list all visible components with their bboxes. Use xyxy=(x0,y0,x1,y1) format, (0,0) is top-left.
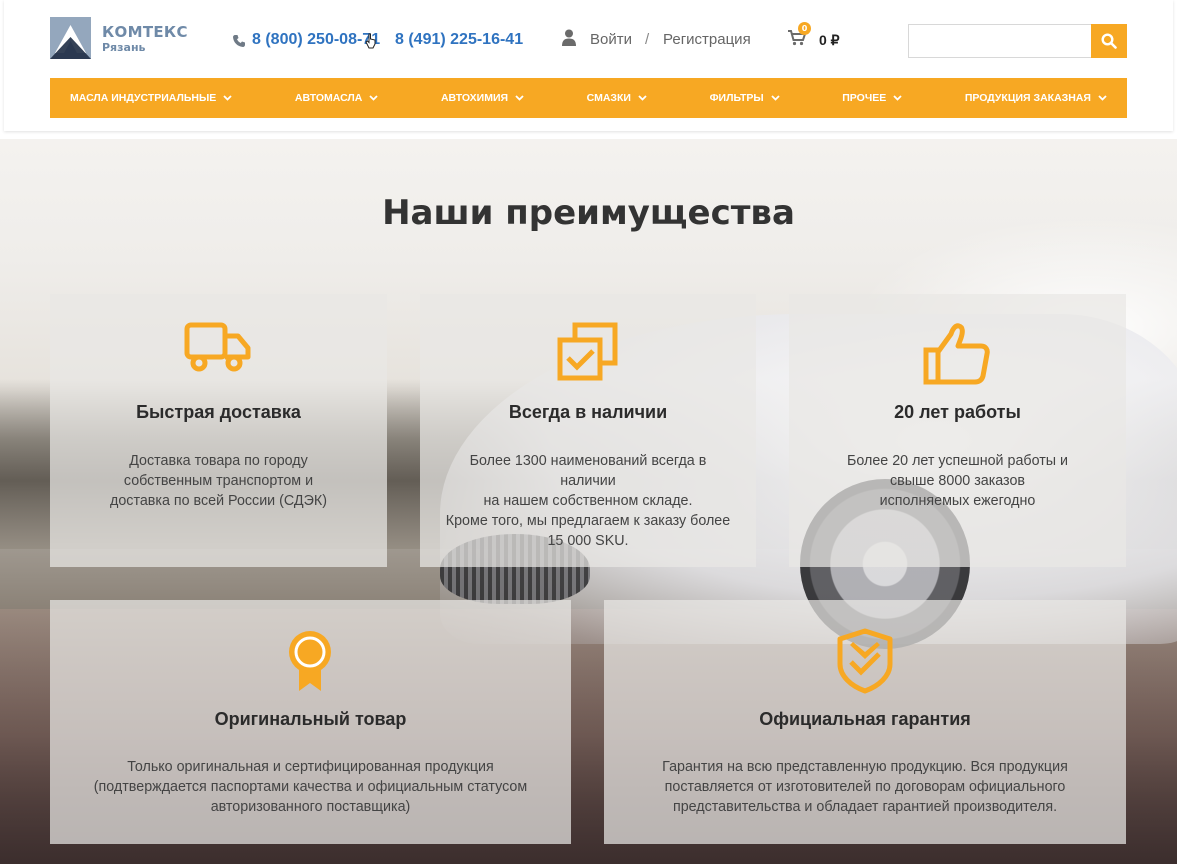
site-logo[interactable]: КОМТЕКС Рязань xyxy=(50,17,210,61)
phone-number-2[interactable]: 8 (491) 225-16-41 xyxy=(395,31,523,49)
card-text-line: Кроме того, мы предлагаем к заказу более xyxy=(445,513,731,529)
card-text-line: Более 1300 наименований всегда в наличии xyxy=(469,453,707,489)
phone-number-1[interactable]: 8 (800) 250-08-71 xyxy=(252,31,380,49)
card-text-line: Только оригинальная и сертифицированная … xyxy=(127,759,494,775)
main-nav: Масла индустриальные Автомасла Автохимия… xyxy=(50,78,1127,118)
logo-city: Рязань xyxy=(102,41,146,54)
chevron-down-icon xyxy=(515,95,524,101)
card-description: Гарантия на всю представленную продукцию… xyxy=(634,757,1096,817)
card-text-line: Гарантия на всю представленную продукцию… xyxy=(662,759,1068,775)
nav-item-auto-oils[interactable]: Автомасла xyxy=(295,92,378,104)
nav-item-industrial-oils[interactable]: Масла индустриальные xyxy=(70,92,232,104)
chevron-down-icon xyxy=(771,95,780,101)
card-text-line: (подтверждается паспортами качества и оф… xyxy=(93,779,528,795)
nav-item-label: Автомасла xyxy=(294,92,363,104)
advantage-card-warranty: Официальная гарантия Гарантия на всю пре… xyxy=(604,600,1126,844)
nav-item-label: Продукция заказная xyxy=(964,92,1091,104)
cart-total[interactable]: 0 ₽ xyxy=(819,32,840,49)
card-text-line: авторизованного поставщика) xyxy=(210,799,411,815)
search-icon xyxy=(1101,33,1117,49)
nav-item-greases[interactable]: Смазки xyxy=(587,92,647,104)
truck-icon xyxy=(184,322,251,372)
chevron-down-icon xyxy=(369,95,378,101)
nav-item-label: Смазки xyxy=(586,92,631,104)
card-text-line: собственным транспортом и xyxy=(123,473,314,489)
shield-check-icon xyxy=(837,628,893,694)
card-text-line: поставляется от изготовителей по договор… xyxy=(664,779,1066,795)
nav-item-label: Фильтры xyxy=(709,92,764,104)
chevron-down-icon xyxy=(893,95,902,101)
card-text-line: свыше 8000 заказов xyxy=(890,473,1025,489)
chevron-down-icon xyxy=(638,95,647,101)
card-description: Более 20 лет успешной работы и свыше 800… xyxy=(809,451,1106,511)
award-medal-icon xyxy=(289,631,331,691)
card-text-line: на нашем собственном складе. xyxy=(483,493,693,509)
card-text-line: доставка по всей России (СДЭК) xyxy=(110,493,327,509)
chevron-down-icon xyxy=(1098,95,1107,101)
section-title: Наши преимущества xyxy=(382,193,795,233)
advantage-card-in-stock: Всегда в наличии Более 1300 наименований… xyxy=(420,294,756,567)
card-description: Более 1300 наименований всегда в наличии… xyxy=(440,451,736,551)
card-description: Доставка товара по городу собственным тр… xyxy=(70,451,367,511)
nav-item-auto-chemicals[interactable]: Автохимия xyxy=(441,92,524,104)
user-icon xyxy=(562,29,576,46)
card-text-line: исполняемых ежегодно xyxy=(879,493,1036,509)
thumbs-up-icon xyxy=(923,323,990,385)
card-title: 20 лет работы xyxy=(894,402,1021,422)
card-title: Быстрая доставка xyxy=(136,402,301,422)
card-text-line: 15 000 SKU. xyxy=(547,533,629,549)
advantage-card-original: Оригинальный товар Только оригинальная и… xyxy=(50,600,571,844)
site-header: КОМТЕКС Рязань 8 (800) 250-08-71 8 (491)… xyxy=(4,0,1173,131)
stock-check-icon xyxy=(557,322,618,381)
phone-icon xyxy=(233,35,245,47)
card-title: Всегда в наличии xyxy=(508,402,668,422)
card-title: Официальная гарантия xyxy=(759,709,971,729)
nav-item-label: Автохимия xyxy=(440,92,509,104)
register-link[interactable]: Регистрация xyxy=(663,31,751,48)
logo-mark-icon xyxy=(50,17,91,59)
search-input[interactable] xyxy=(908,24,1092,58)
nav-item-label: Масла индустриальные xyxy=(70,92,217,104)
card-text-line: Более 20 лет успешной работы и xyxy=(846,453,1069,469)
nav-item-label: Прочее xyxy=(842,92,887,104)
card-title: Оригинальный товар xyxy=(214,709,407,729)
mouse-cursor-icon xyxy=(365,33,376,49)
advantage-card-experience: 20 лет работы Более 20 лет успешной рабо… xyxy=(789,294,1126,567)
cart-count-badge: 0 xyxy=(798,22,811,35)
search-button[interactable] xyxy=(1091,24,1127,58)
card-text-line: Доставка товара по городу xyxy=(129,453,308,469)
card-text-line: представительства и обладает гарантией п… xyxy=(672,799,1058,815)
advantage-card-delivery: Быстрая доставка Доставка товара по горо… xyxy=(50,294,387,567)
chevron-down-icon xyxy=(223,95,232,101)
nav-item-other[interactable]: Прочее xyxy=(842,92,902,104)
nav-item-custom-products[interactable]: Продукция заказная xyxy=(965,92,1107,104)
logo-name: КОМТЕКС xyxy=(102,23,188,41)
login-link[interactable]: Войти xyxy=(590,31,632,48)
nav-item-filters[interactable]: Фильтры xyxy=(710,92,780,104)
card-description: Только оригинальная и сертифицированная … xyxy=(80,757,541,817)
advantages-section: Наши преимущества Быстрая доставка Доста… xyxy=(0,139,1177,864)
auth-separator: / xyxy=(645,31,650,48)
